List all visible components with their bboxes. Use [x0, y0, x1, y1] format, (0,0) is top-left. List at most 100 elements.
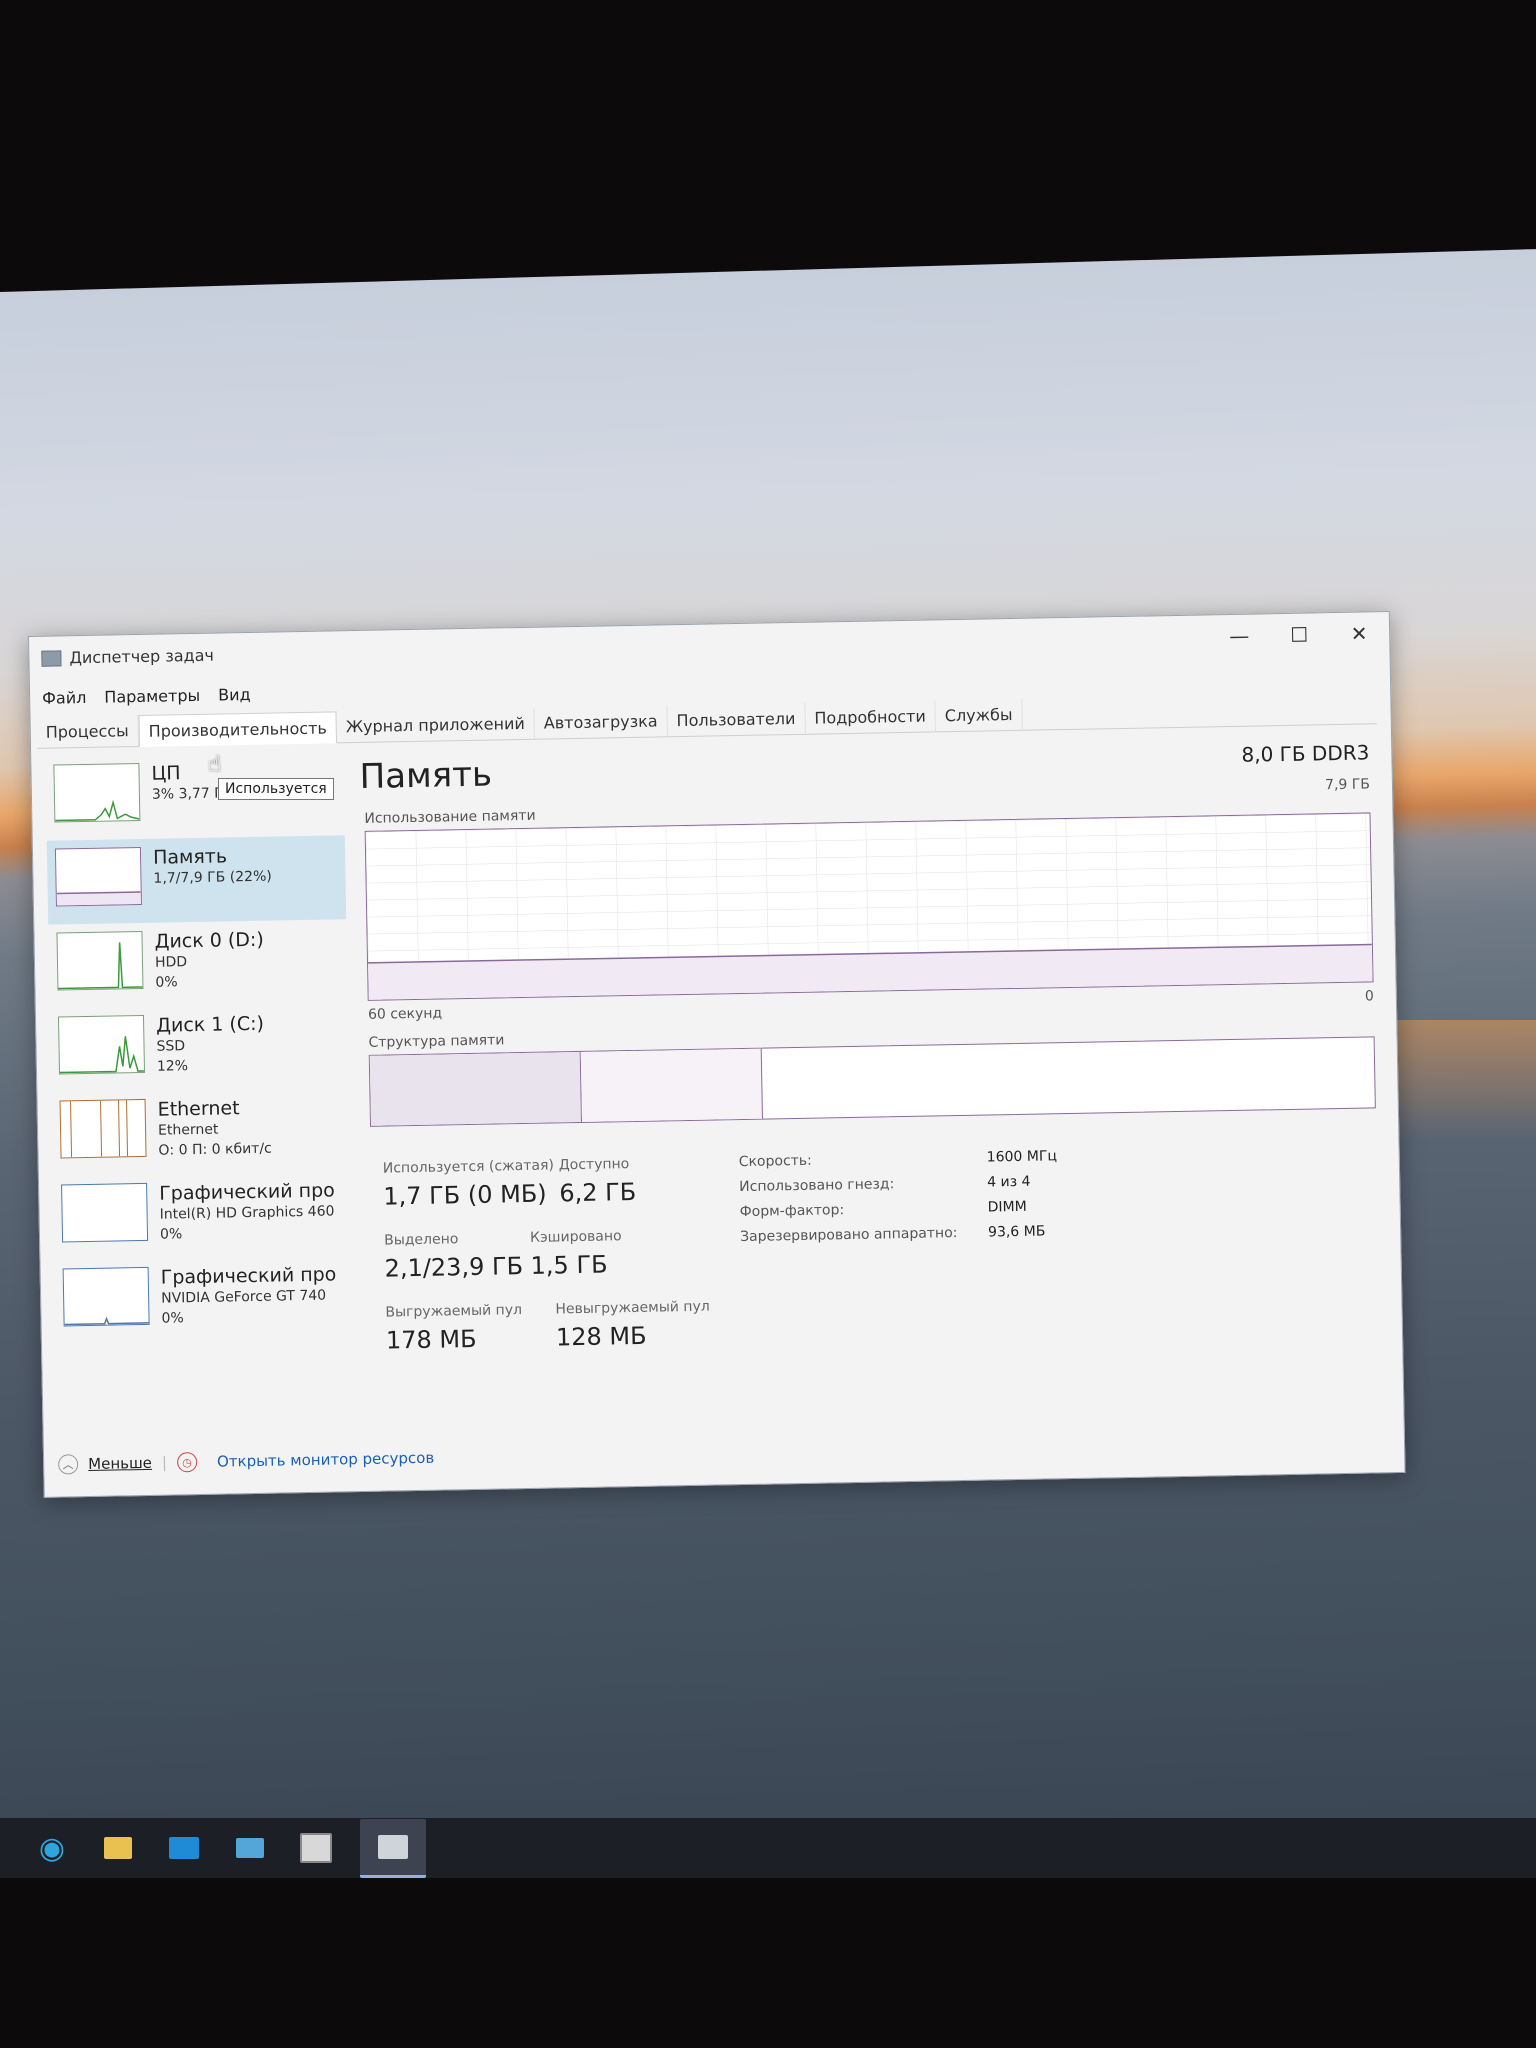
edge-icon: ◉ — [38, 1830, 66, 1866]
spec-speed-value: 1600 МГц — [986, 1148, 1058, 1166]
cached-value: 1,5 ГБ — [530, 1250, 608, 1280]
sidebar-item-value: 0% — [159, 1226, 183, 1243]
spec-form-factor-value: DIMM — [987, 1198, 1027, 1216]
menu-file[interactable]: Файл — [42, 688, 87, 708]
taskbar: ◉ — [0, 1818, 1536, 1878]
disk0-thumbnail-graph — [56, 930, 144, 991]
tooltip: Используется — [218, 778, 334, 800]
sidebar-item-value: 12% — [156, 1058, 189, 1075]
sidebar-item-label: Диск 0 (D:) — [154, 928, 264, 953]
sidebar-item-value: 0% — [155, 974, 178, 991]
sidebar-item-detail: Ethernet — [157, 1121, 219, 1139]
taskbar-store-button[interactable] — [294, 1826, 338, 1870]
in-use-value: 1,7 ГБ (0 МБ) — [383, 1179, 547, 1211]
sidebar-item-gpu-0[interactable]: Графический про Intel(R) HD Graphics 460… — [53, 1171, 352, 1260]
paged-pool-value: 178 МБ — [385, 1324, 477, 1355]
nonpaged-pool-value: 128 МБ — [555, 1321, 647, 1352]
ethernet-thumbnail-graph — [59, 1098, 147, 1159]
memory-composition-bar — [368, 1036, 1376, 1127]
spec-slots-value: 4 из 4 — [987, 1173, 1031, 1191]
sidebar-item-label: Диск 1 (C:) — [155, 1012, 265, 1037]
sidebar-item-ethernet[interactable]: Ethernet Ethernet О: 0 П: 0 кбит/с — [51, 1087, 350, 1176]
spec-reserved-value: 93,6 МБ — [987, 1223, 1046, 1241]
resource-list: ЦП 3% 3,77 ГГц Память 1,7/7,9 ГБ (22%) Д… — [45, 751, 354, 1376]
sidebar-item-detail: Intel(R) HD Graphics 460 — [159, 1203, 335, 1223]
sidebar-item-disk-0[interactable]: Диск 0 (D:) HDD 0% — [48, 919, 347, 1008]
sidebar-item-memory[interactable]: Память 1,7/7,9 ГБ (22%) — [46, 835, 347, 925]
structure-label: Структура памяти — [368, 1032, 505, 1051]
tab-details[interactable]: Подробности — [805, 700, 937, 734]
usage-graph-label: Использование памяти — [364, 807, 536, 827]
taskbar-task-manager-button[interactable] — [360, 1818, 426, 1878]
hand-cursor-icon: ☝ — [208, 752, 222, 777]
task-manager-window: Диспетчер задач — ☐ ✕ Файл Параметры Вид… — [28, 611, 1406, 1498]
sidebar-item-detail: HDD — [154, 954, 188, 971]
footer-bar: ︿ Меньше | ◷ Открыть монитор ресурсов — [58, 1448, 434, 1475]
sidebar-item-gpu-1[interactable]: Графический про NVIDIA GeForce GT 740 0% — [54, 1255, 353, 1344]
spec-speed-key: Скорость: — [738, 1152, 812, 1171]
close-button[interactable]: ✕ — [1329, 616, 1390, 651]
paged-pool-label: Выгружаемый пул — [385, 1302, 523, 1321]
in-use-label: Используется (сжатая) — [382, 1157, 555, 1177]
sidebar-item-detail: 1,7/7,9 ГБ (22%) — [153, 868, 272, 887]
sidebar-item-disk-1[interactable]: Диск 1 (C:) SSD 12% — [50, 1003, 349, 1092]
disk1-thumbnail-graph — [57, 1014, 146, 1075]
open-resource-monitor-link[interactable]: Открыть монитор ресурсов — [217, 1449, 435, 1471]
tab-performance[interactable]: Производительность — [138, 711, 338, 747]
sidebar-item-value: 0% — [161, 1310, 184, 1327]
sidebar-item-detail: SSD — [156, 1038, 186, 1055]
memory-thumbnail-graph — [54, 846, 142, 907]
chevron-up-icon[interactable]: ︿ — [58, 1454, 79, 1475]
memory-usage-graph — [364, 812, 1374, 1001]
tab-startup[interactable]: Автозагрузка — [534, 705, 668, 739]
committed-value: 2,1/23,9 ГБ — [384, 1252, 524, 1283]
available-label: Доступно — [558, 1156, 630, 1174]
resource-monitor-icon: ◷ — [176, 1452, 198, 1473]
graph-zero-label: 0 — [1364, 988, 1374, 1005]
spec-slots-key: Использовано гнезд: — [739, 1176, 895, 1196]
sidebar-item-label: Графический про — [159, 1179, 335, 1205]
composition-standby — [580, 1048, 763, 1122]
spec-form-factor-key: Форм-фактор: — [739, 1202, 845, 1221]
graph-time-axis-label: 60 секунд — [367, 1005, 443, 1023]
nonpaged-pool-label: Невыгружаемый пул — [555, 1298, 710, 1318]
taskbar-pc-button[interactable] — [228, 1826, 272, 1870]
tab-users[interactable]: Пользователи — [667, 702, 806, 737]
task-manager-icon — [41, 650, 62, 667]
sidebar-item-label: Ethernet — [157, 1097, 240, 1121]
task-manager-icon — [378, 1834, 408, 1859]
graph-max-label: 7,9 ГБ — [1324, 776, 1371, 794]
maximize-button[interactable]: ☐ — [1269, 617, 1330, 652]
window-title: Диспетчер задач — [69, 645, 215, 668]
taskbar-edge-button[interactable]: ◉ — [30, 1826, 74, 1870]
cached-label: Кэшировано — [529, 1228, 622, 1246]
memory-spec: 8,0 ГБ DDR3 — [1241, 740, 1370, 767]
menu-bar: Файл Параметры Вид — [42, 685, 251, 708]
gpu1-thumbnail-graph — [62, 1266, 150, 1327]
computer-icon — [236, 1838, 264, 1858]
memory-usage-plot — [365, 813, 1373, 1000]
taskbar-mail-button[interactable] — [162, 1826, 206, 1870]
tab-services[interactable]: Службы — [935, 698, 1023, 732]
gpu0-thumbnail-graph — [61, 1182, 149, 1243]
available-value: 6,2 ГБ — [559, 1177, 637, 1208]
taskbar-explorer-button[interactable] — [96, 1826, 140, 1870]
fewer-details-link[interactable]: Меньше — [88, 1454, 152, 1473]
memory-detail-panel: Память 8,0 ГБ DDR3 7,9 ГБ Использование … — [359, 730, 1380, 1368]
cpu-thumbnail-graph — [53, 762, 141, 823]
sidebar-item-label: Память — [152, 845, 228, 869]
spec-reserved-key: Зарезервировано аппаратно: — [739, 1225, 958, 1246]
tab-processes[interactable]: Процессы — [36, 714, 139, 748]
store-icon — [300, 1833, 332, 1863]
composition-in-use — [369, 1051, 582, 1126]
sidebar-item-detail: NVIDIA GeForce GT 740 — [161, 1287, 327, 1307]
page-title: Память — [359, 754, 493, 797]
composition-free — [761, 1037, 1375, 1118]
folder-icon — [104, 1837, 132, 1859]
sidebar-item-label: Графический про — [160, 1263, 337, 1289]
menu-options[interactable]: Параметры — [104, 686, 200, 707]
mail-icon — [169, 1837, 199, 1859]
minimize-button[interactable]: — — [1209, 618, 1270, 653]
tab-app-history[interactable]: Журнал приложений — [336, 707, 536, 743]
menu-view[interactable]: Вид — [218, 685, 251, 705]
